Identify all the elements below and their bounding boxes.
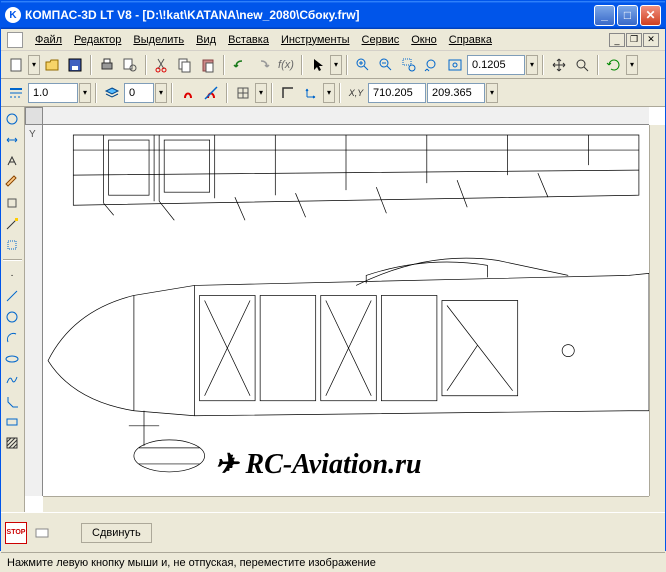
open-button[interactable] xyxy=(41,54,63,76)
ruler-horizontal[interactable] xyxy=(43,107,649,125)
grid-button[interactable] xyxy=(232,82,254,104)
command-bar: STOP Сдвинуть xyxy=(1,512,665,552)
layers-button[interactable] xyxy=(101,82,123,104)
app-icon: K xyxy=(5,7,21,23)
menu-insert[interactable]: Вставка xyxy=(222,32,275,48)
point-tool-button[interactable]: · xyxy=(2,265,22,285)
pan-button[interactable] xyxy=(548,54,570,76)
cut-button[interactable] xyxy=(151,54,173,76)
dimensions-panel-button[interactable] xyxy=(2,130,22,150)
menubar: Файл Редактор Выделить Вид Вставка Инстр… xyxy=(1,29,665,51)
zoom-dropdown[interactable]: ▾ xyxy=(526,55,538,75)
ruler-corner xyxy=(25,107,43,125)
status-text: Нажмите левую кнопку мыши и, не отпуская… xyxy=(7,557,376,569)
ellipse-tool-button[interactable] xyxy=(2,349,22,369)
zoom-realtime-button[interactable] xyxy=(571,54,593,76)
document-icon xyxy=(7,32,23,48)
arc-tool-button[interactable] xyxy=(2,328,22,348)
menu-view[interactable]: Вид xyxy=(190,32,222,48)
coord-button[interactable]: X,Y xyxy=(345,82,367,104)
menu-help[interactable]: Справка xyxy=(443,32,498,48)
menu-window[interactable]: Окно xyxy=(405,32,443,48)
menu-select[interactable]: Выделить xyxy=(127,32,190,48)
geometry-panel-button[interactable] xyxy=(2,109,22,129)
new-button[interactable] xyxy=(5,54,27,76)
minimize-button[interactable]: _ xyxy=(594,5,615,26)
scale-dropdown[interactable]: ▾ xyxy=(79,83,91,103)
line-tool-button[interactable] xyxy=(2,286,22,306)
snap-off-button[interactable] xyxy=(200,82,222,104)
layer-input[interactable] xyxy=(124,83,154,103)
coord-dropdown[interactable]: ▾ xyxy=(486,83,498,103)
zoom-in-button[interactable] xyxy=(352,54,374,76)
new-dropdown[interactable]: ▾ xyxy=(28,55,40,75)
local-cs-button[interactable] xyxy=(300,82,322,104)
select-panel-button[interactable] xyxy=(2,235,22,255)
stop-button[interactable]: STOP xyxy=(5,522,27,544)
menu-editor[interactable]: Редактор xyxy=(68,32,127,48)
menu-file[interactable]: Файл xyxy=(29,32,68,48)
stop-icon: STOP xyxy=(7,529,26,536)
layer-dropdown[interactable]: ▾ xyxy=(155,83,167,103)
save-button[interactable] xyxy=(64,54,86,76)
scrollbar-horizontal[interactable] xyxy=(43,496,649,512)
measure-panel-button[interactable] xyxy=(2,214,22,234)
params-panel-button[interactable] xyxy=(2,193,22,213)
refresh-button[interactable] xyxy=(603,54,625,76)
zoom-prev-button[interactable] xyxy=(421,54,443,76)
ortho-button[interactable] xyxy=(277,82,299,104)
scale-input[interactable] xyxy=(28,83,78,103)
titlebar: K КОМПАС-3D LT V8 - [D:\!kat\KATANA\new_… xyxy=(1,1,665,29)
hatch-tool-button[interactable] xyxy=(2,433,22,453)
menu-service[interactable]: Сервис xyxy=(356,32,406,48)
menu-tools[interactable]: Инструменты xyxy=(275,32,356,48)
symbols-panel-button[interactable] xyxy=(2,151,22,171)
redo-button[interactable] xyxy=(252,54,274,76)
close-button[interactable]: ✕ xyxy=(640,5,661,26)
window-title: КОМПАС-3D LT V8 - [D:\!kat\KATANA\new_20… xyxy=(25,8,594,22)
coord-x-input[interactable] xyxy=(368,83,426,103)
cursor-button[interactable] xyxy=(307,54,329,76)
copy-button[interactable] xyxy=(174,54,196,76)
zoom-all-button[interactable] xyxy=(444,54,466,76)
refresh-dropdown[interactable]: ▾ xyxy=(626,55,638,75)
toolbar-properties: ▾ ▾ ▾ ▾ X,Y ▾ xyxy=(1,79,665,107)
scrollbar-corner xyxy=(649,496,665,512)
mdi-minimize-button[interactable]: _ xyxy=(609,33,625,47)
snap-on-button[interactable] xyxy=(177,82,199,104)
zoom-window-button[interactable] xyxy=(398,54,420,76)
toolbar-left: · xyxy=(1,107,25,512)
grid-dropdown[interactable]: ▾ xyxy=(255,83,267,103)
statusbar: Нажмите левую кнопку мыши и, не отпуская… xyxy=(1,552,665,572)
spline-tool-button[interactable] xyxy=(2,370,22,390)
preview-button[interactable] xyxy=(119,54,141,76)
drawing-canvas[interactable]: ✈ RC-Aviation.ru xyxy=(25,107,665,512)
fx-button[interactable]: f(x) xyxy=(275,54,297,76)
pan-command-button[interactable]: Сдвинуть xyxy=(81,523,152,543)
rect-tool-button[interactable] xyxy=(2,412,22,432)
linetype-button[interactable] xyxy=(5,82,27,104)
chamfer-tool-button[interactable] xyxy=(2,391,22,411)
drawing-area[interactable] xyxy=(43,125,649,496)
toolbar-standard: ▾ f(x) ▾ ▾ ▾ xyxy=(1,51,665,79)
edit-panel-button[interactable] xyxy=(2,172,22,192)
zoom-input[interactable] xyxy=(467,55,525,75)
cmd-icon-button[interactable] xyxy=(31,522,53,544)
ruler-vertical[interactable] xyxy=(25,125,43,496)
paste-button[interactable] xyxy=(197,54,219,76)
cursor-dropdown[interactable]: ▾ xyxy=(330,55,342,75)
undo-button[interactable] xyxy=(229,54,251,76)
mdi-restore-button[interactable]: ❐ xyxy=(626,33,642,47)
mdi-close-button[interactable]: ✕ xyxy=(643,33,659,47)
local-cs-dropdown[interactable]: ▾ xyxy=(323,83,335,103)
maximize-button[interactable]: □ xyxy=(617,5,638,26)
circle-tool-button[interactable] xyxy=(2,307,22,327)
print-button[interactable] xyxy=(96,54,118,76)
scrollbar-vertical[interactable] xyxy=(649,125,665,496)
coord-y-input[interactable] xyxy=(427,83,485,103)
zoom-out-button[interactable] xyxy=(375,54,397,76)
